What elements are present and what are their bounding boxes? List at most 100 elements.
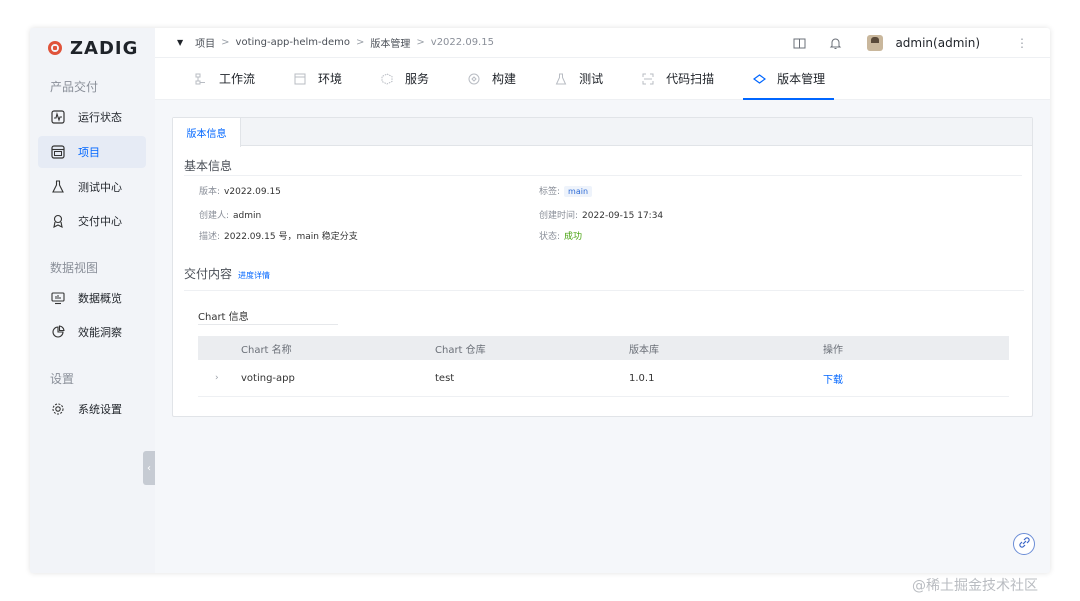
nav-group-data: 数据视图 [50, 261, 99, 275]
field-status: 状态: 成功 [539, 229, 582, 242]
expand-chevron-icon[interactable]: › [198, 373, 241, 383]
divider [184, 290, 1024, 291]
gear-icon [50, 401, 66, 417]
tab-code-scan[interactable]: 代码扫描 [632, 58, 723, 100]
monitor-icon [50, 290, 66, 306]
breadcrumb-item-project[interactable]: 项目 [195, 35, 215, 50]
field-label: 创建人: [199, 211, 230, 221]
version-icon [752, 72, 766, 86]
field-version: 版本: v2022.09.15 [199, 184, 281, 197]
sidebar-item-delivery-center[interactable]: 交付中心 [38, 205, 146, 237]
status-badge: 成功 [564, 232, 583, 242]
sidebar-item-label: 效能洞察 [78, 326, 122, 339]
field-label: 版本: [199, 187, 221, 197]
sidebar: ZADIG 产品交付 运行状态 项目 测试中心 交付中心 数据视图 数据概览 效… [30, 28, 155, 573]
tab-label: 版本管理 [777, 72, 826, 86]
nav-group-delivery: 产品交付 [50, 80, 99, 94]
bell-icon[interactable] [827, 35, 843, 51]
table-header: Chart 名称 Chart 仓库 版本库 操作 [198, 336, 1009, 360]
field-label: 状态: [539, 232, 561, 242]
field-value: admin [233, 211, 262, 221]
sidebar-item-test-center[interactable]: 测试中心 [38, 171, 146, 203]
sidebar-item-project[interactable]: 项目 [38, 136, 146, 168]
header-version: 版本库 [629, 344, 659, 356]
link-floating-button[interactable] [1013, 533, 1035, 555]
environment-icon [293, 72, 307, 86]
tab-label: 工作流 [219, 72, 256, 86]
sidebar-item-label: 系统设置 [78, 403, 122, 416]
section-title-text: 交付内容 [184, 267, 233, 281]
header-chart-repo: Chart 仓库 [435, 344, 486, 356]
brand-name: ZADIG [70, 37, 139, 59]
tab-environment[interactable]: 环境 [284, 58, 351, 100]
username[interactable]: admin(admin) [895, 36, 980, 50]
build-icon [467, 72, 481, 86]
tab-workflow[interactable]: 工作流 [185, 58, 264, 100]
tab-version-management[interactable]: 版本管理 [743, 58, 835, 100]
section-title-basic: 基本信息 [184, 159, 233, 173]
section-title-delivery: 交付内容 进度详情 [184, 265, 270, 282]
sidebar-item-label: 数据概览 [78, 292, 122, 305]
project-tabs: 工作流 环境 服务 构建 测试 代码扫描 版本管理 [155, 58, 1050, 100]
pie-chart-icon [50, 324, 66, 340]
table-row: › voting-app test 1.0.1 下载 [198, 360, 1009, 397]
breadcrumb-separator: > [356, 37, 365, 48]
tab-label: 代码扫描 [666, 72, 715, 86]
breadcrumb: ▼ 项目 > voting-app-helm-demo > 版本管理 > v20… [155, 35, 494, 50]
tab-service[interactable]: 服务 [371, 58, 438, 100]
sidebar-collapse-handle[interactable]: ‹ [143, 451, 155, 485]
tab-test[interactable]: 测试 [545, 58, 612, 100]
caret-down-icon[interactable]: ▼ [177, 38, 183, 47]
pulse-icon [50, 109, 66, 125]
watermark: @稀土掘金技术社区 [912, 578, 1038, 594]
breadcrumb-item-version-mgmt[interactable]: 版本管理 [370, 35, 410, 50]
workflow-icon [194, 72, 208, 86]
breadcrumb-separator: > [221, 37, 230, 48]
download-link[interactable]: 下载 [823, 375, 843, 386]
cell-chart-repo: test [435, 372, 455, 384]
service-icon [380, 72, 394, 86]
top-bar: ▼ 项目 > voting-app-helm-demo > 版本管理 > v20… [155, 28, 1050, 58]
field-label: 描述: [199, 232, 221, 242]
cell-version: 1.0.1 [629, 372, 655, 384]
chart-info-underline [198, 324, 338, 325]
tag-badge: main [564, 186, 593, 197]
progress-details-link[interactable]: 进度详情 [238, 271, 270, 280]
app-window: ZADIG 产品交付 运行状态 项目 测试中心 交付中心 数据视图 数据概览 效… [30, 28, 1050, 573]
breadcrumb-item-app[interactable]: voting-app-helm-demo [236, 37, 350, 48]
sidebar-item-system-settings[interactable]: 系统设置 [38, 393, 146, 425]
breadcrumb-item-version: v2022.09.15 [430, 37, 494, 48]
field-created-at: 创建时间: 2022-09-15 17:34 [539, 208, 663, 221]
avatar[interactable] [867, 35, 884, 51]
field-label: 标签: [539, 187, 561, 197]
field-value: 2022.09.15 号，main 稳定分支 [224, 232, 358, 242]
chart-info-title: Chart 信息 [198, 312, 249, 323]
sidebar-item-label: 测试中心 [78, 181, 122, 194]
cell-chart-name: voting-app [241, 372, 295, 384]
project-icon [50, 144, 66, 160]
nav-group-settings: 设置 [50, 372, 75, 386]
version-info-panel: 版本信息 基本信息 版本: v2022.09.15 标签: main 创建人: adm… [172, 117, 1033, 417]
logo[interactable]: ZADIG [48, 37, 139, 59]
sidebar-item-insights[interactable]: 效能洞察 [38, 316, 146, 348]
test-icon [554, 72, 568, 86]
header-action: 操作 [823, 344, 843, 356]
top-right-actions: admin(admin) ⋮ [791, 28, 1050, 58]
field-tag: 标签: main [539, 184, 593, 197]
sidebar-item-label: 运行状态 [78, 111, 122, 124]
breadcrumb-separator: > [416, 37, 425, 48]
field-label: 创建时间: [539, 211, 579, 221]
sidebar-item-status[interactable]: 运行状态 [38, 101, 146, 133]
sidebar-item-data-overview[interactable]: 数据概览 [38, 282, 146, 314]
tab-build[interactable]: 构建 [458, 58, 525, 100]
panel-header: 版本信息 [173, 118, 1032, 147]
tab-version-info[interactable]: 版本信息 [173, 118, 241, 147]
field-creator: 创建人: admin [199, 208, 261, 221]
more-vertical-icon[interactable]: ⋮ [1016, 36, 1028, 50]
sidebar-item-label: 交付中心 [78, 215, 122, 228]
field-value: 2022-09-15 17:34 [582, 211, 664, 221]
book-icon[interactable] [791, 35, 807, 51]
chevron-left-icon: ‹ [147, 462, 151, 474]
field-value: v2022.09.15 [224, 187, 281, 197]
header-chart-name: Chart 名称 [241, 344, 292, 356]
